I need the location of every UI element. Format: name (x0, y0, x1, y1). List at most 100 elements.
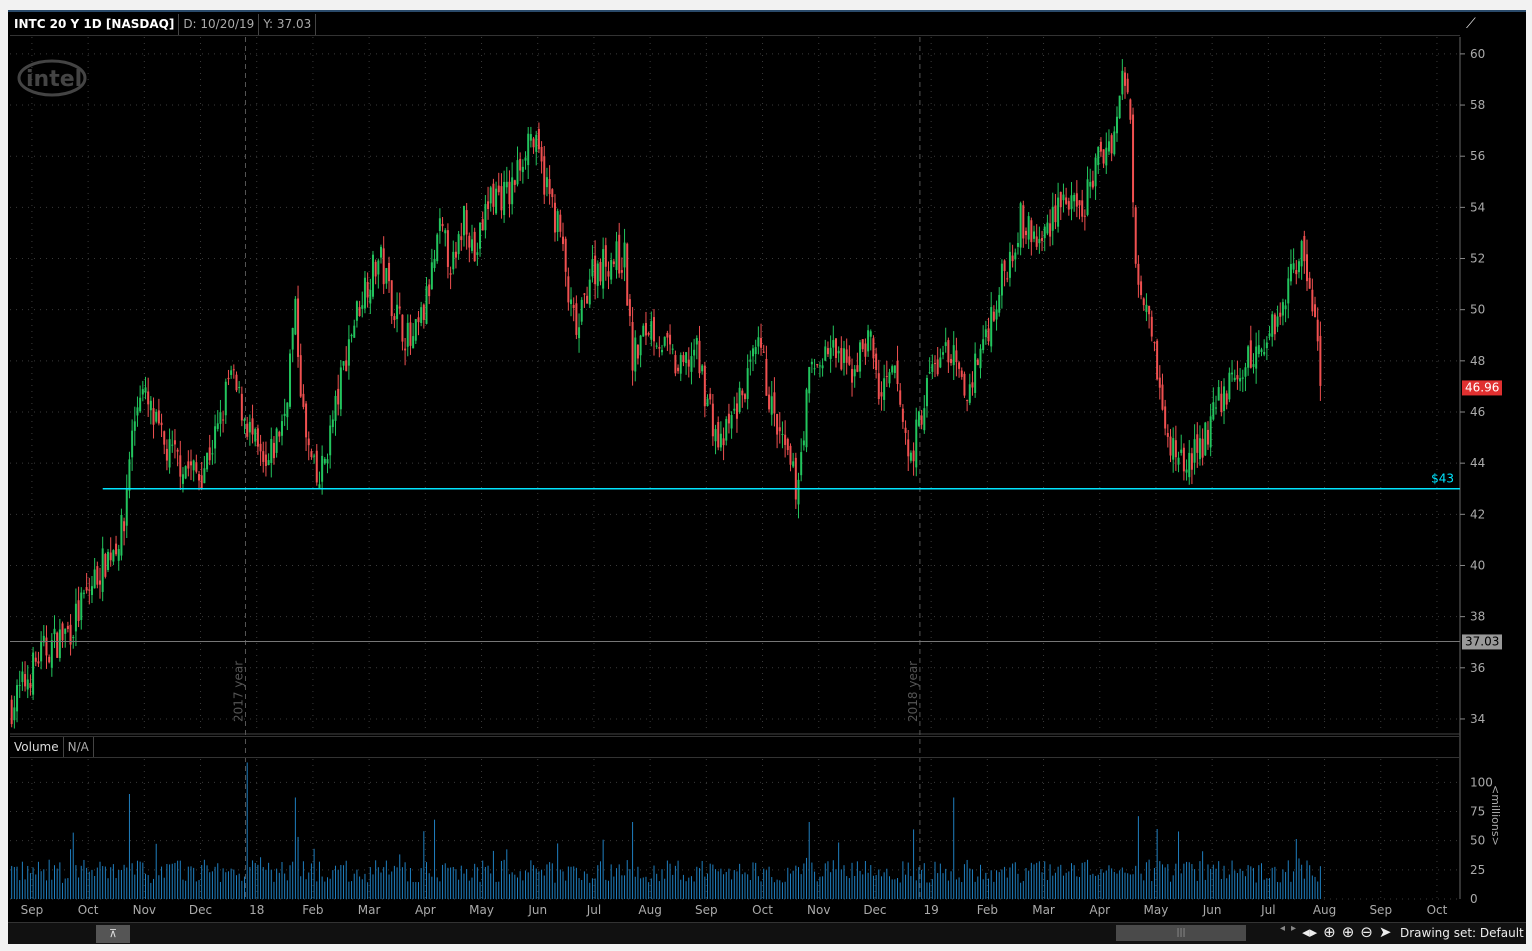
x-tick-label: Oct (752, 903, 773, 917)
candle-body (377, 260, 380, 275)
candle-body (511, 177, 514, 205)
candle-body (891, 366, 894, 373)
candle-body (1220, 393, 1223, 413)
candle-body (396, 304, 399, 320)
candle-body (272, 442, 275, 459)
time-scrollbar[interactable]: ||| (1116, 925, 1246, 941)
zoom-out-icon[interactable]: ⊖ (1360, 923, 1373, 941)
scroll-right-icon[interactable]: ▸ (1291, 923, 1296, 941)
candle-body (907, 439, 910, 457)
candle-body (1249, 340, 1252, 368)
candle-body (45, 637, 48, 656)
candle-body (1156, 340, 1159, 380)
candle-body (462, 205, 465, 236)
candle-body (473, 231, 476, 262)
expand-button[interactable]: ⊼ (96, 925, 130, 943)
candle-body (262, 451, 265, 462)
candle-body (409, 322, 412, 346)
candle-body (1102, 149, 1105, 164)
candle-body (117, 549, 120, 561)
candle-body (243, 419, 246, 422)
zoom-in-icon[interactable]: ⊕ (1342, 923, 1355, 941)
candle-body (901, 408, 904, 422)
candle-body (1297, 261, 1300, 273)
candle-body (82, 592, 85, 594)
candle-body (620, 270, 623, 273)
candle-body (535, 134, 538, 152)
last-price: 46.96 (1465, 380, 1499, 394)
candle-body (832, 340, 835, 348)
x-tick-label: Aug (638, 903, 661, 917)
candle-body (899, 390, 902, 405)
candle-body (1008, 251, 1011, 278)
candle-body (1247, 346, 1250, 368)
crosshair-icon[interactable]: ⊕ (1323, 923, 1336, 941)
candle-body (709, 393, 712, 400)
expand-time-icon[interactable]: ◂▸ (1302, 923, 1317, 941)
candle-body (912, 450, 915, 462)
candle-body (559, 214, 562, 232)
candle-body (171, 444, 174, 446)
candle-body (655, 345, 658, 347)
drawing-set[interactable]: Drawing set: Default (1400, 926, 1524, 940)
candle-body (1185, 469, 1188, 473)
candle-body (291, 327, 294, 350)
candle-body (61, 623, 64, 641)
candle-body (1049, 223, 1052, 237)
candle-body (982, 339, 985, 351)
candle-body (1054, 205, 1057, 223)
candle-body (623, 242, 626, 268)
y-tick-label: 56 (1470, 149, 1485, 163)
candle-body (1065, 197, 1068, 204)
candle-body (350, 334, 353, 337)
candle-body (909, 452, 912, 461)
candle-body (484, 204, 487, 231)
candle-body (706, 398, 709, 406)
candle-body (313, 455, 316, 457)
candle-body (310, 451, 313, 458)
candle-body (1212, 402, 1215, 420)
candle-body (733, 408, 736, 411)
candle-body (120, 514, 123, 556)
candle-body (824, 346, 827, 361)
candle-body (422, 304, 425, 320)
candle-body (139, 397, 142, 412)
volume-label: Volume (10, 737, 64, 757)
candle-body (363, 277, 366, 309)
y-tick-label: 34 (1470, 712, 1485, 726)
y-tick-label: 44 (1470, 456, 1485, 470)
candle-body (578, 327, 581, 339)
candle-body (56, 632, 59, 658)
candle-body (741, 390, 744, 396)
candle-body (851, 368, 854, 383)
candle-body (109, 552, 112, 561)
candle-body (958, 362, 961, 369)
candle-body (671, 348, 674, 350)
candle-body (979, 348, 982, 369)
candle-body (848, 356, 851, 365)
candle-body (618, 234, 621, 274)
x-tick-label: Jun (1202, 903, 1222, 917)
pointer-icon[interactable]: ➤ (1379, 923, 1392, 941)
candle-body (149, 400, 152, 411)
x-tick-label: Jul (586, 903, 601, 917)
candle-body (1319, 335, 1322, 386)
candle-body (631, 322, 634, 371)
candle-body (479, 222, 482, 249)
scroll-left-icon[interactable]: ◂ (1280, 923, 1285, 941)
candle-body (454, 251, 457, 258)
candle-body (487, 201, 490, 209)
candle-body (719, 433, 722, 448)
candle-body (390, 280, 393, 317)
candle-body (200, 475, 203, 490)
candle-body (1193, 439, 1196, 463)
candle-body (789, 445, 792, 465)
candle-body (371, 254, 374, 297)
candle-body (519, 158, 522, 171)
candle-body (270, 438, 273, 464)
candle-body (224, 381, 227, 416)
candle-body (642, 325, 645, 337)
y-tick-label: 60 (1470, 47, 1485, 61)
price-chart[interactable]: 34 36 38 40 42 44 46 48 50 52 54 56 58 60 Sep Oct Nov Dec… (8, 12, 1526, 922)
candle-body (591, 259, 594, 277)
